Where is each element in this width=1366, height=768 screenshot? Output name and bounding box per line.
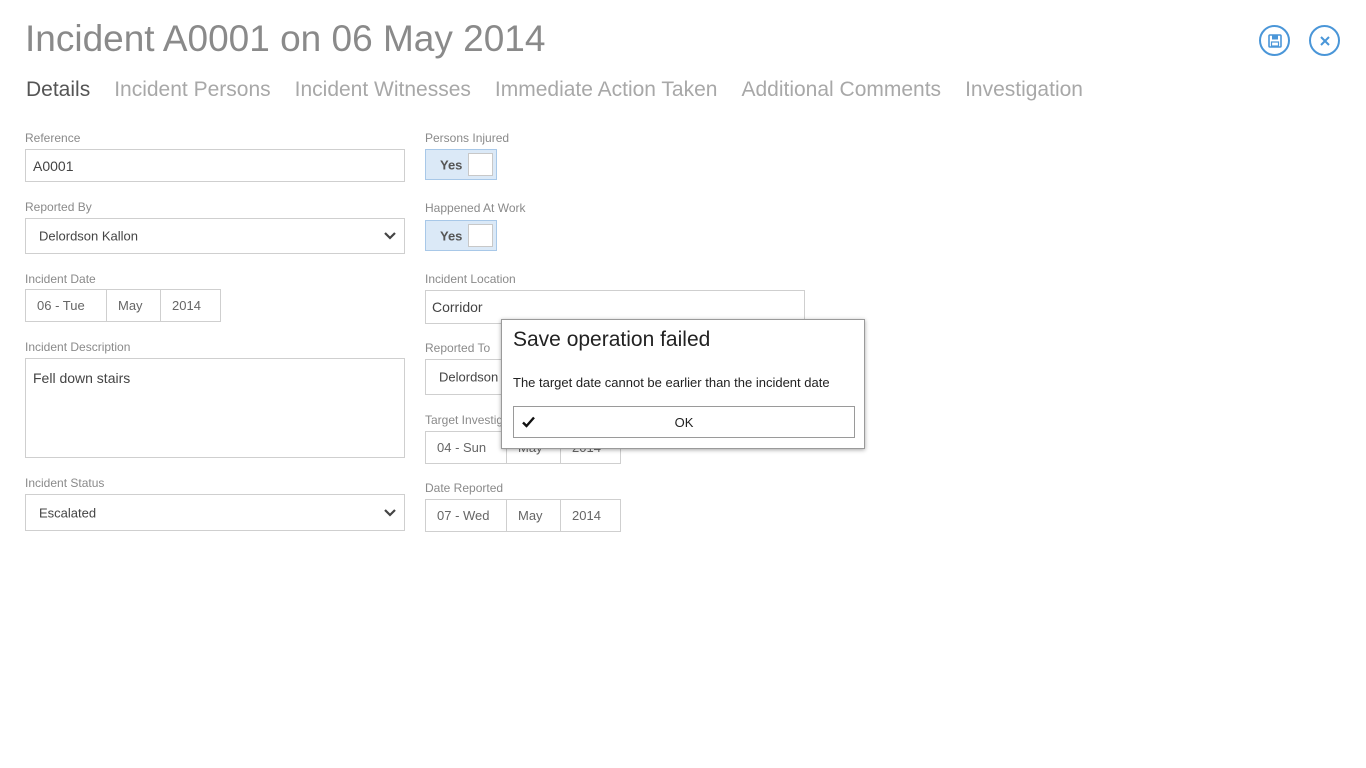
incident-date-year[interactable]: 2014	[161, 290, 220, 321]
ok-button[interactable]: OK	[513, 406, 855, 438]
tab-bar: Details Incident Persons Incident Witnes…	[26, 78, 1107, 102]
page-title: Incident A0001 on 06 May 2014	[25, 18, 546, 59]
toggle-knob	[468, 224, 493, 247]
target-investigation-day[interactable]: 04 - Sun	[426, 432, 507, 463]
tab-incident-witnesses[interactable]: Incident Witnesses	[295, 78, 471, 102]
incident-location-value: Corridor	[432, 299, 483, 315]
incident-status-label: Incident Status	[25, 476, 105, 490]
date-reported-day[interactable]: 07 - Wed	[426, 500, 507, 531]
reported-by-value: Delordson Kallon	[39, 228, 139, 244]
tab-details[interactable]: Details	[26, 78, 90, 102]
persons-injured-label: Persons Injured	[425, 131, 510, 145]
toggle-knob	[468, 153, 493, 176]
incident-description-label: Incident Description	[25, 340, 131, 354]
tab-immediate-action-taken[interactable]: Immediate Action Taken	[495, 78, 718, 102]
incident-status-value: Escalated	[39, 505, 97, 520]
tab-incident-persons[interactable]: Incident Persons	[114, 78, 270, 102]
dialog-title: Save operation failed	[513, 328, 711, 351]
persons-injured-value: Yes	[440, 157, 463, 172]
reported-by-label: Reported By	[25, 200, 92, 214]
reference-input[interactable]: A0001	[25, 149, 405, 182]
tab-additional-comments[interactable]: Additional Comments	[741, 78, 941, 102]
reported-to-label: Reported To	[425, 341, 491, 355]
happened-at-work-toggle[interactable]: Yes	[425, 220, 497, 251]
target-investigation-label: Target Investig	[425, 413, 504, 427]
reference-label: Reference	[25, 131, 81, 145]
save-icon	[1267, 33, 1282, 48]
persons-injured-toggle[interactable]: Yes	[425, 149, 497, 180]
incident-description-textarea[interactable]: Fell down stairs	[25, 358, 405, 458]
reported-by-select[interactable]: Delordson Kallon	[25, 218, 405, 254]
chevron-down-icon	[384, 508, 396, 517]
incident-date-label: Incident Date	[25, 272, 96, 286]
date-reported-picker[interactable]: 07 - Wed May 2014	[425, 499, 621, 532]
reference-value: A0001	[33, 157, 74, 174]
close-button[interactable]	[1309, 25, 1340, 56]
chevron-down-icon	[384, 232, 396, 240]
error-dialog: Save operation failed The target date ca…	[501, 319, 865, 449]
date-reported-month[interactable]: May	[507, 500, 561, 531]
incident-status-select[interactable]: Escalated	[25, 494, 405, 531]
happened-at-work-value: Yes	[440, 228, 463, 243]
incident-date-month[interactable]: May	[107, 290, 161, 321]
dialog-message: The target date cannot be earlier than t…	[513, 375, 830, 390]
happened-at-work-label: Happened At Work	[425, 201, 526, 215]
date-reported-label: Date Reported	[425, 481, 504, 495]
incident-date-picker[interactable]: 06 - Tue May 2014	[25, 289, 221, 322]
reported-to-value: Delordson	[439, 369, 499, 385]
incident-location-label: Incident Location	[425, 272, 516, 286]
incident-date-day[interactable]: 06 - Tue	[26, 290, 107, 321]
checkmark-icon	[522, 416, 535, 428]
tab-investigation[interactable]: Investigation	[965, 78, 1083, 102]
save-button[interactable]	[1259, 25, 1290, 56]
date-reported-year[interactable]: 2014	[561, 500, 620, 531]
close-icon	[1319, 35, 1330, 46]
incident-description-value: Fell down stairs	[33, 370, 131, 386]
ok-button-label: OK	[674, 414, 694, 430]
